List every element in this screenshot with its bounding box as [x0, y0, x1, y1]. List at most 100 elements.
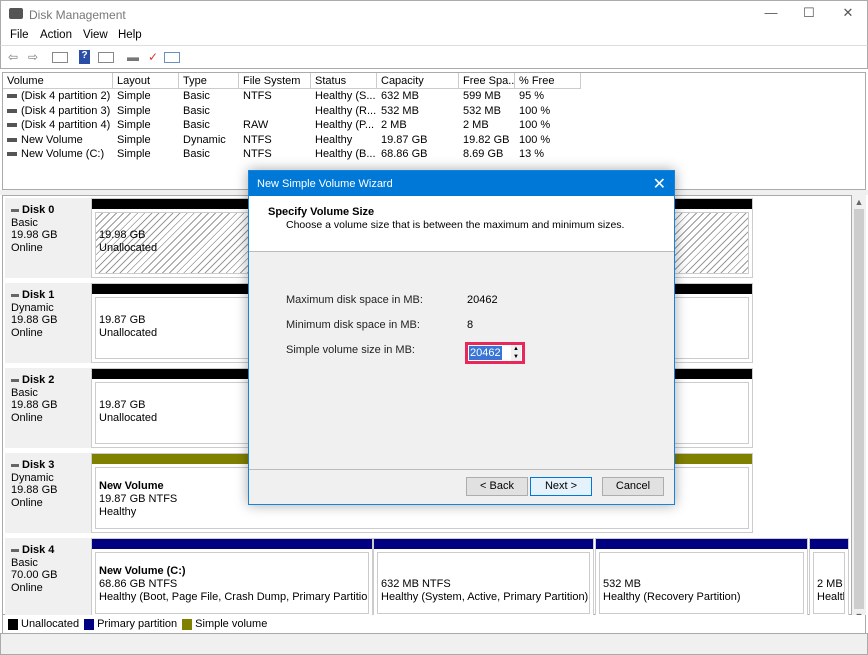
partition[interactable]: New Volume (C:) 68.86 GB NTFS Healthy (Boo… [91, 538, 373, 618]
table-cell[interactable]: New Volume [3, 134, 113, 148]
cancel-button[interactable]: Cancel [602, 477, 664, 496]
table-cell[interactable]: Healthy (P... [311, 119, 377, 133]
column-header-free-space[interactable]: Free Spa... [459, 73, 515, 89]
connect-icon[interactable]: ▬ [125, 50, 141, 64]
properties-icon[interactable]: ✓ [145, 50, 161, 64]
dialog-close-button[interactable]: ✕ [653, 174, 666, 194]
cell-text: 532 MB [381, 104, 419, 117]
menu-help[interactable]: Help [118, 29, 142, 41]
title-bar: Disk Management — ☐ ✕ [0, 0, 868, 26]
menu-view[interactable]: View [83, 29, 108, 41]
vertical-scrollbar[interactable]: ▲ ▼ [852, 195, 866, 621]
table-cell[interactable]: Simple [113, 90, 179, 104]
table-cell[interactable]: (Disk 4 partition 2) [3, 90, 113, 104]
cell-text: 100 % [519, 133, 551, 146]
table-cell[interactable] [239, 105, 311, 119]
table-cell[interactable]: 2 MB [377, 119, 459, 133]
disk-icon [11, 548, 19, 552]
cell-text: Simple [117, 104, 151, 117]
next-button[interactable]: Next > [530, 477, 592, 496]
table-cell[interactable]: 532 MB [459, 105, 515, 119]
table-cell[interactable]: NTFS [239, 148, 311, 162]
disk-label[interactable]: Disk 4 Basic 70.00 GB Online [5, 538, 91, 618]
volume-size-input[interactable]: 20462 [469, 346, 502, 360]
back-icon[interactable]: ⇦ [5, 50, 21, 64]
table-cell[interactable]: 13 % [515, 148, 581, 162]
table-cell[interactable]: 95 % [515, 90, 581, 104]
disk-label[interactable]: Disk 1 Dynamic 19.88 GB Online [5, 283, 91, 363]
table-cell[interactable]: 8.69 GB [459, 148, 515, 162]
table-cell[interactable]: Healthy (B... [311, 148, 377, 162]
table-cell[interactable]: Basic [179, 148, 239, 162]
disk-label[interactable]: Disk 2 Basic 19.88 GB Online [5, 368, 91, 448]
volume-icon [7, 94, 17, 99]
partition-size: 68.86 GB NTFS [99, 578, 178, 590]
table-cell[interactable]: 2 MB [459, 119, 515, 133]
minimize-button[interactable]: — [756, 5, 786, 23]
disk-label[interactable]: Disk 0 Basic 19.98 GB Online [5, 198, 91, 278]
column-header-volume[interactable]: Volume [3, 73, 113, 89]
table-cell[interactable]: 100 % [515, 134, 581, 148]
table-cell[interactable]: NTFS [239, 134, 311, 148]
close-button[interactable]: ✕ [833, 5, 863, 23]
table-cell[interactable]: 19.82 GB [459, 134, 515, 148]
table-cell[interactable]: 632 MB [377, 90, 459, 104]
menu-action[interactable]: Action [40, 29, 72, 41]
forward-icon[interactable]: ⇨ [25, 50, 41, 64]
column-header-layout[interactable]: Layout [113, 73, 179, 89]
table-cell[interactable]: Healthy [311, 134, 377, 148]
disk-icon [11, 463, 19, 467]
menu-file[interactable]: File [10, 29, 29, 41]
scroll-thumb[interactable] [854, 209, 864, 609]
scroll-up-icon[interactable]: ▲ [852, 197, 866, 207]
partition-bar [92, 539, 372, 549]
table-cell[interactable]: 19.87 GB [377, 134, 459, 148]
back-button[interactable]: < Back [466, 477, 528, 496]
column-header-file-system[interactable]: File System [239, 73, 311, 89]
table-cell[interactable]: RAW [239, 119, 311, 133]
column-header-type[interactable]: Type [179, 73, 239, 89]
column-header-status[interactable]: Status [311, 73, 377, 89]
table-cell[interactable]: 532 MB [377, 105, 459, 119]
table-cell[interactable]: Simple [113, 119, 179, 133]
disk-type: Dynamic [11, 301, 54, 314]
table-cell[interactable]: 100 % [515, 119, 581, 133]
disk-state: Online [11, 411, 43, 424]
table-cell[interactable]: Basic [179, 119, 239, 133]
table-cell[interactable]: Simple [113, 134, 179, 148]
action-pane-icon[interactable] [98, 52, 114, 63]
table-cell[interactable]: Healthy (S... [311, 90, 377, 104]
legend-swatch [182, 618, 193, 630]
table-cell[interactable]: (Disk 4 partition 3) [3, 105, 113, 119]
column-header-percent-free[interactable]: % Free [515, 73, 581, 89]
stepper-down-icon[interactable]: ▼ [511, 353, 521, 361]
console-tree-icon[interactable] [52, 52, 68, 63]
table-cell[interactable]: New Volume (C:) [3, 148, 113, 162]
cell-text: 19.82 GB [463, 133, 510, 146]
maximize-button[interactable]: ☐ [794, 5, 824, 23]
disk-name: Disk 1 [11, 289, 85, 302]
table-cell[interactable]: 599 MB [459, 90, 515, 104]
legend-item: Unallocated [3, 618, 79, 630]
table-cell[interactable]: NTFS [239, 90, 311, 104]
table-cell[interactable]: Basic [179, 105, 239, 119]
disk-label[interactable]: Disk 3 Dynamic 19.88 GB Online [5, 453, 91, 533]
partition[interactable]: 632 MB NTFS Healthy (System, Active, Prim… [373, 538, 594, 618]
table-cell[interactable]: 68.86 GB [377, 148, 459, 162]
dialog-title-bar: New Simple Volume Wizard ✕ [249, 171, 674, 196]
table-cell[interactable]: Simple [113, 148, 179, 162]
table-cell[interactable]: Dynamic [179, 134, 239, 148]
table-cell[interactable]: Healthy (R... [311, 105, 377, 119]
volume-size-stepper[interactable]: 20462 ▲ ▼ [465, 342, 525, 364]
table-cell[interactable]: 100 % [515, 105, 581, 119]
stepper-up-icon[interactable]: ▲ [511, 345, 521, 353]
help-icon[interactable]: ? [79, 50, 90, 64]
partition[interactable]: 532 MB Healthy (Recovery Partition) [595, 538, 808, 618]
column-header-capacity[interactable]: Capacity [377, 73, 459, 89]
table-cell[interactable]: Basic [179, 90, 239, 104]
partition[interactable]: 2 MB Healtl [809, 538, 849, 618]
table-cell[interactable]: Simple [113, 105, 179, 119]
table-cell[interactable]: (Disk 4 partition 4) [3, 119, 113, 133]
view-icon[interactable] [164, 52, 180, 63]
cell-text: Dynamic [183, 133, 226, 146]
